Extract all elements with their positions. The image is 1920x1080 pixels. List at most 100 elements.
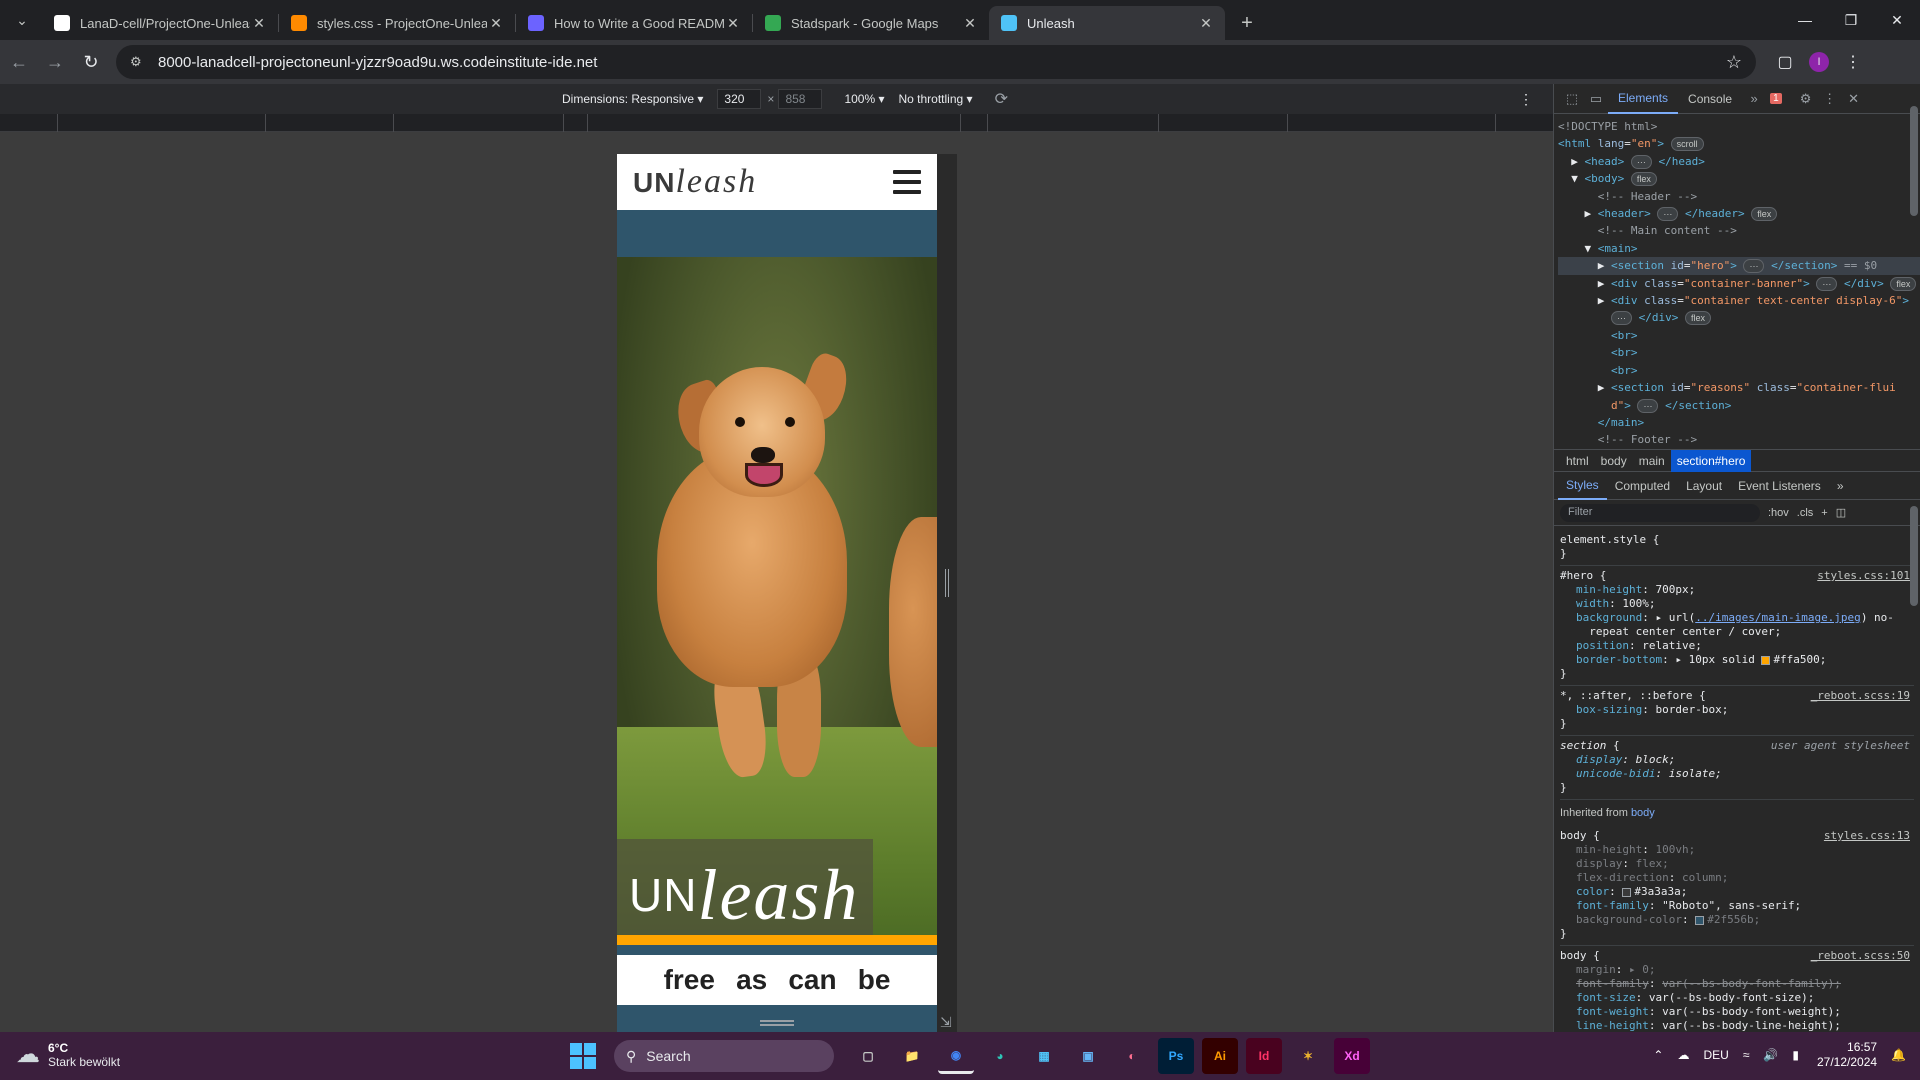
style-rule-universal[interactable]: _reboot.scss:19 *, ::after, ::before { b… (1560, 686, 1914, 736)
style-rule-hero[interactable]: styles.css:101 #hero { min-height: 700px… (1560, 566, 1914, 686)
battery-icon[interactable]: ▮ (1792, 1048, 1799, 1062)
browser-tab[interactable]: How to Write a Good README ✕ (516, 6, 752, 40)
tab-search-button[interactable]: ⌄ (8, 6, 36, 34)
dom-node-line[interactable]: <!DOCTYPE html> (1558, 118, 1920, 135)
chrome-icon[interactable]: ◉ (938, 1038, 974, 1074)
browser-tab[interactable]: Stadspark - Google Maps ✕ (753, 6, 989, 40)
rotate-icon[interactable]: ⟳ (995, 89, 1008, 109)
tab-event-listeners[interactable]: Event Listeners (1730, 472, 1829, 500)
weather-widget[interactable]: ☁ 6°C Stark bewölkt (16, 1040, 120, 1069)
inherited-from-link[interactable]: body (1631, 807, 1655, 819)
new-rule-icon[interactable]: + (1821, 507, 1827, 519)
close-window-button[interactable]: ✕ (1874, 0, 1920, 40)
reload-button[interactable]: ↻ (74, 45, 108, 79)
breadcrumb-main[interactable]: main (1633, 450, 1671, 472)
hamburger-menu-icon[interactable] (893, 170, 921, 194)
language-indicator[interactable]: DEU (1703, 1048, 1728, 1062)
source-link[interactable]: _reboot.scss:19 (1811, 689, 1910, 703)
browser-tab[interactable]: Unleash ✕ (989, 6, 1225, 40)
tab-styles[interactable]: Styles (1558, 472, 1607, 500)
dom-node-line[interactable]: ▶ <section id="reasons" class="container… (1558, 379, 1920, 396)
volume-icon[interactable]: 🔊 (1763, 1048, 1778, 1062)
clock[interactable]: 16:57 27/12/2024 (1817, 1040, 1877, 1070)
device-toggle-icon[interactable]: ▭ (1584, 91, 1608, 107)
xd-icon[interactable]: Xd (1334, 1038, 1370, 1074)
dom-node-line[interactable]: ▶ <div class="container text-center disp… (1558, 292, 1920, 309)
hov-toggle[interactable]: :hov (1768, 507, 1789, 519)
tab-elements[interactable]: Elements (1608, 84, 1679, 114)
tray-overflow-icon[interactable]: ⌃ (1653, 1048, 1663, 1062)
toggle-sidebar-icon[interactable]: ◫ (1836, 506, 1846, 519)
browser-menu-icon[interactable]: ⋮ (1836, 45, 1870, 79)
close-tab-icon[interactable]: ✕ (1197, 15, 1215, 32)
close-devtools-icon[interactable]: ✕ (1842, 91, 1866, 107)
dom-node-line[interactable]: <!-- Footer --> (1558, 431, 1920, 448)
zoom-dropdown[interactable]: 100% ▾ (844, 92, 884, 106)
more-tabs-icon[interactable]: » (1742, 91, 1766, 106)
dom-node-line[interactable]: ▼ <main> (1558, 240, 1920, 257)
dom-node-line[interactable]: </main> (1558, 414, 1920, 431)
store-icon[interactable]: ▦ (1026, 1038, 1062, 1074)
device-bottom-resize-handle[interactable] (760, 1020, 794, 1026)
file-explorer-icon[interactable]: 📁 (894, 1038, 930, 1074)
error-count-badge[interactable]: 1 (1770, 93, 1782, 104)
styles-filter-input[interactable]: Filter (1560, 503, 1760, 522)
photoshop-icon[interactable]: Ps (1158, 1038, 1194, 1074)
breadcrumb-body[interactable]: body (1595, 450, 1633, 472)
edge-icon[interactable]: ◕ (982, 1038, 1018, 1074)
source-link[interactable]: _reboot.scss:50 (1811, 949, 1910, 963)
dom-node-line[interactable]: ··· </div> flex (1558, 309, 1920, 326)
media-query-ruler[interactable] (0, 114, 1553, 132)
tab-computed[interactable]: Computed (1607, 472, 1678, 500)
onedrive-icon[interactable]: ☁ (1677, 1048, 1689, 1062)
minimize-button[interactable]: — (1782, 0, 1828, 40)
dom-node-line[interactable]: d"> ··· </section> (1558, 397, 1920, 414)
viewport-width-input[interactable]: 320 (717, 89, 762, 109)
dom-scrollbar[interactable] (1910, 106, 1918, 216)
cls-toggle[interactable]: .cls (1797, 507, 1814, 519)
tab-console[interactable]: Console (1678, 84, 1742, 114)
bookmark-star-icon[interactable]: ☆ (1726, 52, 1742, 73)
tab-layout[interactable]: Layout (1678, 472, 1730, 500)
devtools-menu-icon[interactable]: ⋮ (1818, 91, 1842, 107)
browser-tab[interactable]: LanaD-cell/ProjectOne-Unleash ✕ (42, 6, 278, 40)
close-tab-icon[interactable]: ✕ (487, 15, 505, 32)
illustrator-icon[interactable]: Ai (1202, 1038, 1238, 1074)
creative-cloud-icon[interactable]: ◐ (1114, 1038, 1150, 1074)
styles-scrollbar[interactable] (1910, 506, 1918, 606)
dom-node-line[interactable]: ▼ <body> flex (1558, 170, 1920, 187)
style-rule-element[interactable]: element.style {} (1560, 530, 1914, 566)
notification-bell-icon[interactable]: 🔔 (1891, 1048, 1906, 1062)
close-tab-icon[interactable]: ✕ (961, 15, 979, 32)
dom-node-line[interactable]: <br> (1558, 362, 1920, 379)
dom-node-line[interactable]: <!-- Header --> (1558, 188, 1920, 205)
browser-tab[interactable]: styles.css - ProjectOne-Unleash ✕ (279, 6, 515, 40)
style-rule-body[interactable]: styles.css:13 body { min-height: 100vh; … (1560, 826, 1914, 946)
dom-node-line[interactable]: ▶ <header> ··· </header> flex (1558, 205, 1920, 222)
resize-corner-icon[interactable]: ⇲ (940, 1014, 952, 1031)
source-link[interactable]: styles.css:101 (1817, 569, 1910, 583)
dom-node-line[interactable]: <br> (1558, 344, 1920, 361)
windows-start-icon[interactable] (570, 1043, 596, 1069)
restore-button[interactable]: ❐ (1828, 0, 1874, 40)
throttling-dropdown[interactable]: No throttling ▾ (899, 92, 973, 106)
profile-avatar[interactable]: I (1809, 52, 1829, 72)
inspect-element-icon[interactable]: ⬚ (1560, 91, 1584, 107)
address-bar[interactable]: ⚙ 8000-lanadcell-projectoneunl-yjzzr9oad… (116, 45, 1756, 79)
settings-gear-icon[interactable]: ⚙ (1794, 91, 1818, 107)
device-toolbar-more-icon[interactable]: ⋮ (1519, 91, 1533, 108)
extensions-icon[interactable]: ▢ (1768, 45, 1802, 79)
device-resize-handle[interactable] (937, 154, 957, 1032)
site-logo[interactable]: UNleash (633, 165, 757, 199)
dom-node-line[interactable]: ▶ <section id="hero"> ··· </section> == … (1558, 257, 1920, 275)
taskbar-search[interactable]: ⚲ Search (614, 1040, 834, 1072)
site-info-icon[interactable]: ⚙ (130, 54, 146, 70)
dimensions-dropdown[interactable]: Dimensions: Responsive ▾ (562, 92, 703, 106)
close-tab-icon[interactable]: ✕ (250, 15, 268, 32)
indesign-icon[interactable]: Id (1246, 1038, 1282, 1074)
dom-node-line[interactable]: ▶ <head> ··· </head> (1558, 153, 1920, 170)
style-rule-section[interactable]: user agent stylesheet section { display:… (1560, 736, 1914, 800)
dom-node-line[interactable]: <html lang="en"> scroll (1558, 135, 1920, 152)
dom-node-line[interactable]: <br> (1558, 327, 1920, 344)
task-view-icon[interactable]: ▢ (850, 1038, 886, 1074)
